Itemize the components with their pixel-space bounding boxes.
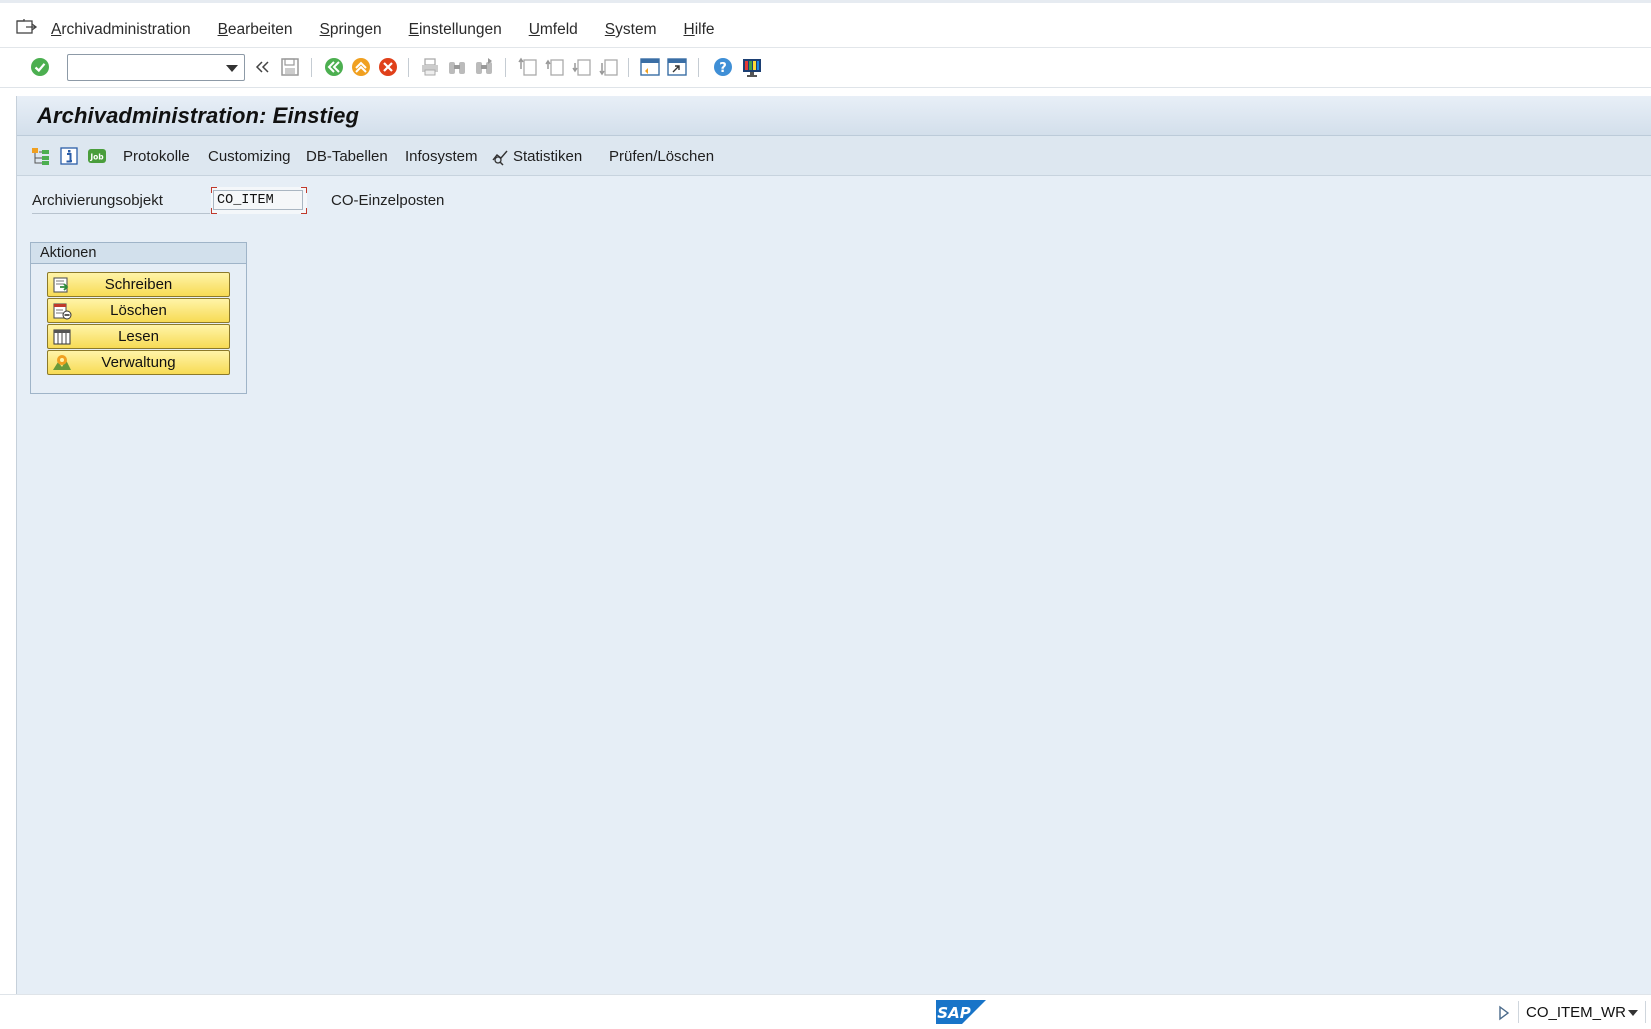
previous-page-icon[interactable] (543, 55, 567, 79)
svg-text:?: ? (719, 61, 727, 76)
main-window: Archivadministration: Einstieg Job Proto… (16, 96, 1651, 994)
write-button[interactable]: Schreiben (47, 272, 230, 297)
menu-einstellungen[interactable]: Einstellungen (409, 21, 502, 39)
toolbar-separator (311, 58, 312, 77)
archiving-object-input[interactable] (213, 190, 303, 210)
svg-text:Job: Job (89, 153, 104, 162)
enter-icon[interactable] (28, 55, 52, 79)
manage-label: Verwaltung (101, 354, 176, 371)
actions-group-title: Aktionen (31, 243, 246, 264)
toolbar-separator (408, 58, 409, 77)
customize-layout-icon[interactable] (740, 55, 764, 79)
new-session-icon[interactable] (638, 55, 662, 79)
sap-logo: SAP (936, 1000, 986, 1028)
menu-hilfe[interactable]: Hilfe (683, 21, 714, 39)
db-tabellen-button[interactable]: DB-Tabellen (306, 148, 388, 165)
status-separator (1518, 1001, 1519, 1023)
write-label: Schreiben (104, 276, 173, 293)
system-info[interactable]: CO_ITEM_WR (1526, 1004, 1626, 1021)
toolbar-separator (698, 58, 699, 77)
back-icon[interactable] (322, 55, 346, 79)
menu-springen[interactable]: Springen (320, 21, 382, 39)
window-menu-icon[interactable] (16, 18, 38, 36)
command-field[interactable] (67, 54, 245, 81)
svg-text:SAP: SAP (937, 1004, 970, 1022)
system-toolbar: ? (0, 48, 1651, 88)
toolbar-separator (505, 58, 506, 77)
delete-button[interactable]: Löschen (47, 298, 230, 323)
play-icon[interactable] (1498, 1005, 1510, 1025)
write-icon (52, 275, 72, 294)
command-dropdown-icon[interactable] (226, 65, 238, 72)
delete-label: Löschen (110, 302, 167, 319)
find-next-icon[interactable] (472, 55, 496, 79)
manage-icon (52, 353, 72, 372)
hierarchy-icon[interactable] (31, 146, 51, 166)
archiving-object-field[interactable] (211, 187, 307, 214)
status-bar: SAP CO_ITEM_WR (0, 994, 1651, 1029)
help-icon[interactable]: ? (711, 55, 735, 79)
menu-bar: Archivadministration Bearbeiten Springen… (0, 0, 1651, 48)
next-page-icon[interactable] (570, 55, 594, 79)
info-icon[interactable] (59, 146, 79, 166)
read-button[interactable]: Lesen (47, 324, 230, 349)
page-title: Archivadministration: Einstieg (37, 103, 360, 128)
infosystem-button[interactable]: Infosystem (405, 148, 478, 165)
manage-button[interactable]: Verwaltung (47, 350, 230, 375)
customizing-button[interactable]: Customizing (208, 148, 291, 165)
command-input[interactable] (72, 58, 220, 77)
title-bar: Archivadministration: Einstieg (17, 96, 1651, 136)
print-icon[interactable] (418, 55, 442, 79)
menu-archivadministration[interactable]: Archivadministration (51, 21, 191, 39)
exit-icon[interactable] (349, 55, 373, 79)
application-toolbar: Job Protokolle Customizing DB-Tabellen I… (17, 136, 1651, 176)
statistiken-button[interactable]: Statistiken (513, 148, 582, 165)
shortcut-icon[interactable] (665, 55, 689, 79)
read-icon (52, 327, 72, 346)
statistics-icon (491, 147, 511, 167)
system-info-dropdown-icon[interactable] (1628, 1010, 1638, 1016)
pruefen-loeschen-button[interactable]: Prüfen/Löschen (609, 148, 714, 165)
menu-bearbeiten[interactable]: Bearbeiten (218, 21, 293, 39)
collapse-icon[interactable] (251, 55, 275, 79)
job-icon[interactable]: Job (87, 146, 107, 166)
archiving-object-label: Archivierungsobjekt (32, 192, 210, 214)
save-icon[interactable] (278, 55, 302, 79)
read-label: Lesen (118, 328, 159, 345)
toolbar-separator (628, 58, 629, 77)
last-page-icon[interactable] (597, 55, 621, 79)
menu-system[interactable]: System (605, 21, 657, 39)
delete-icon (52, 301, 72, 320)
protokolle-button[interactable]: Protokolle (123, 148, 190, 165)
first-page-icon[interactable] (516, 55, 540, 79)
menu-umfeld[interactable]: Umfeld (529, 21, 578, 39)
find-icon[interactable] (445, 55, 469, 79)
archiving-object-description: CO-Einzelposten (331, 192, 445, 209)
cancel-icon[interactable] (376, 55, 400, 79)
actions-group: Aktionen Schreiben Löschen Lesen Verwalt… (30, 242, 247, 394)
status-separator (1645, 1001, 1646, 1023)
